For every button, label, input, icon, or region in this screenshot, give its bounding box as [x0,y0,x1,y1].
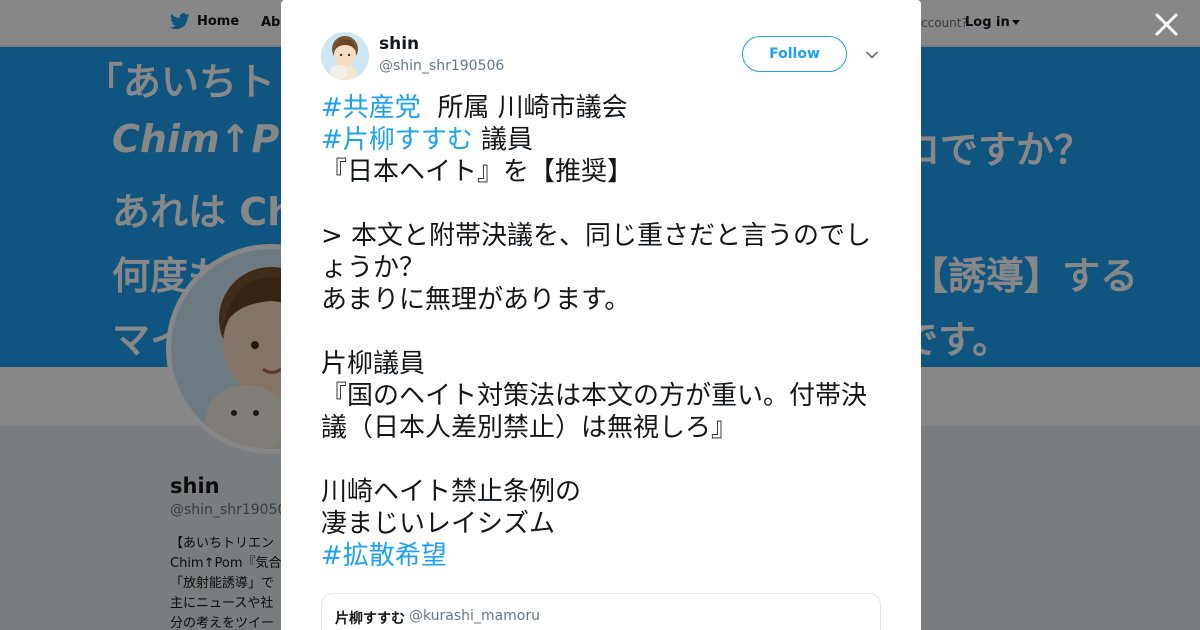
tweet-line-text: 凄まじいレイシズム [321,509,556,539]
author-name[interactable]: shin [379,34,419,54]
tweet-line-text: 議員 [472,125,534,155]
hashtag-link[interactable]: #拡散希望 [321,541,447,571]
tweet-line: #拡散希望 [321,540,881,572]
avatar-illustration [321,32,369,80]
hashtag-link[interactable]: #共産党 [321,93,421,123]
tweet-line-text: あまりに無理があります。 [321,285,631,315]
author-handle[interactable]: @shin_shr190506 [379,58,504,74]
tweet-line-text: 『日本ヘイト』を【推奨】 [321,157,634,187]
tweet-line-text: > 本文と附帯決議を、同じ重さだと言うのでしょうか？ [321,221,872,283]
close-icon[interactable] [1153,11,1180,38]
quoted-tweet[interactable]: 片柳すすむ @kurashi_mamoru [321,593,881,630]
quoted-author-handle: @kurashi_mamoru [409,608,540,624]
follow-button[interactable]: Follow [742,36,847,72]
tweet-line-text: 『国のヘイト対策法は本文の方が重い。付帯決議（日本人差別禁止）は無視しろ』 [321,381,868,443]
hashtag-link[interactable]: #片柳すすむ [321,125,473,155]
tweet-text: #共産党 所属 川崎市議会 #片柳すすむ 議員 『日本ヘイト』を【推奨】 > 本… [321,92,881,572]
chevron-down-icon[interactable] [865,48,879,62]
tweet-line-text: 川崎ヘイト禁止条例の [321,477,582,507]
tweet-modal: shin @shin_shr190506 Follow #共産党 所属 川崎市議… [281,0,921,630]
quoted-author-name: 片柳すすむ [335,611,405,627]
tweet-line-text: 所属 川崎市議会 [420,93,628,123]
tweet-line: #共産党 所属 川崎市議会 [321,92,881,124]
author-avatar[interactable] [321,32,369,80]
tweet-line-text: 片柳議員 [321,349,426,379]
tweet-line: #片柳すすむ 議員 [321,124,881,156]
